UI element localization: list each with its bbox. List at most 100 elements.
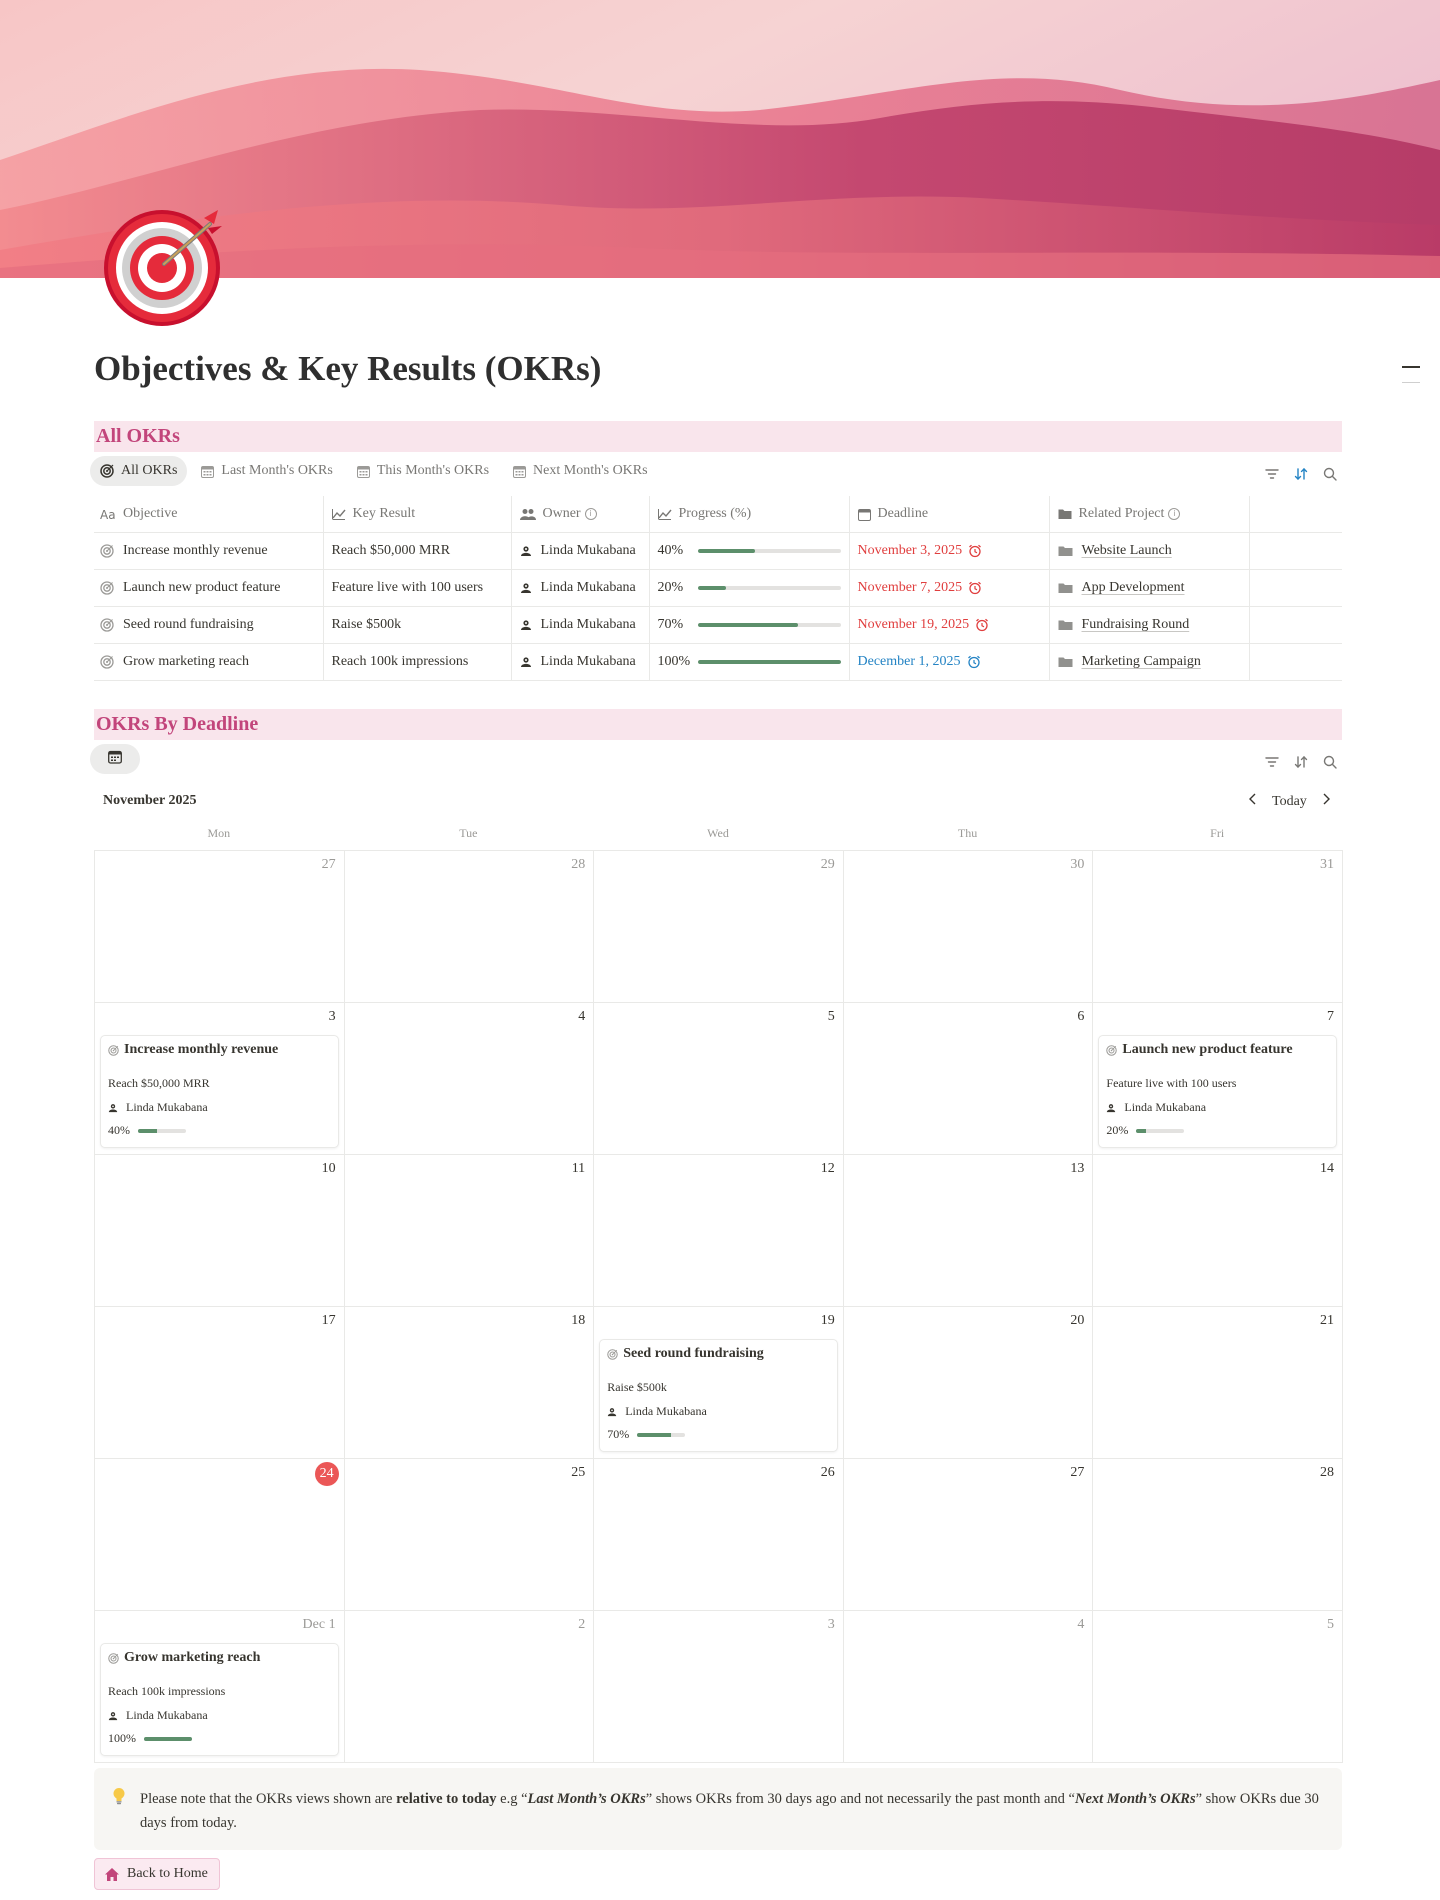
calendar-day[interactable]: 7 Launch new product feature Feature live … [1093,1003,1343,1155]
calendar-day[interactable]: 28 [1093,1459,1343,1611]
tab-this-month-okrs[interactable]: This Month's OKRs [347,456,499,486]
calendar-day[interactable]: 6 [843,1003,1094,1155]
column-header-related-project[interactable]: Related Project i [1049,496,1250,533]
column-header-progress[interactable]: Progress (%) [649,496,850,533]
key-result-cell[interactable]: Reach 100k impressions [323,643,512,681]
key-result-cell[interactable]: Reach $50,000 MRR [323,532,512,570]
calendar-day[interactable]: 19 Seed round fundraising Raise $500k Linda… [594,1307,844,1459]
calendar-day[interactable]: 27 [95,851,345,1003]
calendar-day[interactable]: 10 [95,1155,345,1307]
filter-icon[interactable] [1264,466,1280,482]
table-row[interactable]: Seed round fundraising Raise $500k Linda M… [94,606,1342,644]
calendar-day[interactable]: 29 [594,851,844,1003]
calendar-event-card[interactable]: Grow marketing reach Reach 100k impressio… [100,1643,339,1756]
search-icon[interactable] [1322,466,1338,482]
search-icon[interactable] [1322,754,1338,770]
deadline-cell[interactable]: December 1, 2025 [849,643,1050,681]
calendar-day[interactable]: 17 [95,1307,345,1459]
related-project-cell[interactable]: App Development [1049,569,1250,607]
progress-cell[interactable]: 100% [649,643,850,681]
progress-cell[interactable]: 40% [649,532,850,570]
related-project-cell[interactable]: Marketing Campaign [1049,643,1250,681]
owner-cell[interactable]: Linda Mukabana [511,606,650,644]
calendar-day[interactable]: 12 [594,1155,844,1307]
owner-cell[interactable]: Linda Mukabana [511,643,650,681]
target-dart-icon[interactable] [100,204,224,328]
today-button[interactable]: Today [1272,794,1307,810]
calendar-day[interactable]: 25 [344,1459,595,1611]
calendar-day[interactable]: 3 Increase monthly revenue Reach $50,000 M… [95,1003,345,1155]
owner-cell[interactable]: Linda Mukabana [511,569,650,607]
table-row[interactable]: Launch new product feature Feature live w… [94,569,1342,607]
info-icon[interactable]: i [584,508,597,520]
info-icon[interactable]: i [1168,508,1181,520]
calendar-day[interactable]: 2 [344,1611,595,1763]
calendar-day[interactable]: 30 [843,851,1094,1003]
calendar-day[interactable]: 27 [843,1459,1094,1611]
key-result-cell[interactable]: Feature live with 100 users [323,569,512,607]
toc-toggle[interactable] [1402,366,1420,384]
table-row[interactable]: Grow marketing reach Reach 100k impressio… [94,643,1342,681]
objective-cell[interactable]: Launch new product feature [94,569,324,607]
calendar-day[interactable]: 14 [1093,1155,1343,1307]
calendar-day[interactable]: 26 [594,1459,844,1611]
calendar-day[interactable]: 5 [594,1003,844,1155]
calendar-event-card[interactable]: Seed round fundraising Raise $500k Linda M… [599,1339,838,1452]
related-project-link[interactable]: App Development [1082,580,1185,596]
calendar-day[interactable]: 3 [594,1611,844,1763]
tab-next-month-okrs[interactable]: Next Month's OKRs [503,456,658,486]
target-icon [100,464,114,478]
view-tabs: All OKRs Last Month's OKRs This Month's … [90,456,662,486]
calendar-day[interactable]: 18 [344,1307,595,1459]
calendar-day[interactable]: 24 [95,1459,345,1611]
owner-cell[interactable]: Linda Mukabana [511,532,650,570]
calendar-day[interactable]: 31 [1093,851,1343,1003]
calendar-day[interactable]: 5 [1093,1611,1343,1763]
day-number: 29 [820,857,835,872]
day-number: 4 [578,1009,586,1024]
related-project-link[interactable]: Website Launch [1082,543,1172,559]
column-label: Progress (%) [678,506,752,521]
day-number: 2 [578,1617,586,1632]
calendar-event-card[interactable]: Launch new product feature Feature live w… [1098,1035,1337,1148]
column-header-owner[interactable]: Owner i [511,496,650,533]
calendar-day[interactable]: Dec 1 Grow marketing reach Reach 100k impr… [95,1611,345,1763]
deadline-cell[interactable]: November 7, 2025 [849,569,1050,607]
filter-icon[interactable] [1264,754,1280,770]
calendar-view-button[interactable] [90,744,140,774]
related-project-cell[interactable]: Website Launch [1049,532,1250,570]
related-project-cell[interactable]: Fundraising Round [1049,606,1250,644]
calendar-day[interactable]: 20 [843,1307,1094,1459]
deadline-cell[interactable]: November 3, 2025 [849,532,1050,570]
chevron-right-icon[interactable] [1321,792,1331,811]
deadline-cell[interactable]: November 19, 2025 [849,606,1050,644]
column-header-key-result[interactable]: Key Result [323,496,512,533]
calendar-day[interactable]: 11 [344,1155,595,1307]
chevron-left-icon[interactable] [1248,792,1258,811]
column-header-objective[interactable]: Aa Objective [94,496,324,533]
tab-all-okrs[interactable]: All OKRs [90,456,188,486]
sort-icon[interactable] [1293,466,1309,482]
card-progress-text: 20% [1106,1123,1129,1137]
objective-cell[interactable]: Seed round fundraising [94,606,324,644]
target-icon [1106,1044,1118,1056]
calendar-day[interactable]: 21 [1093,1307,1343,1459]
calendar-day[interactable]: 4 [843,1611,1094,1763]
column-header-deadline[interactable]: Deadline [849,496,1050,533]
progress-cell[interactable]: 70% [649,606,850,644]
key-result-cell[interactable]: Raise $500k [323,606,512,644]
calendar-day[interactable]: 4 [344,1003,595,1155]
progress-cell[interactable]: 20% [649,569,850,607]
calendar-day[interactable]: 28 [344,851,595,1003]
tab-last-month-okrs[interactable]: Last Month's OKRs [191,456,342,486]
back-to-home-button[interactable]: Back to Home [94,1858,220,1890]
objective-cell[interactable]: Grow marketing reach [94,643,324,681]
objective-cell[interactable]: Increase monthly revenue [94,532,324,570]
calendar-event-card[interactable]: Increase monthly revenue Reach $50,000 MR… [100,1035,339,1148]
table-row[interactable]: Increase monthly revenue Reach $50,000 MR… [94,532,1342,570]
progress-bar [697,660,841,664]
sort-icon[interactable] [1293,754,1309,770]
related-project-link[interactable]: Fundraising Round [1082,617,1190,633]
calendar-day[interactable]: 13 [843,1155,1094,1307]
related-project-link[interactable]: Marketing Campaign [1082,654,1201,670]
